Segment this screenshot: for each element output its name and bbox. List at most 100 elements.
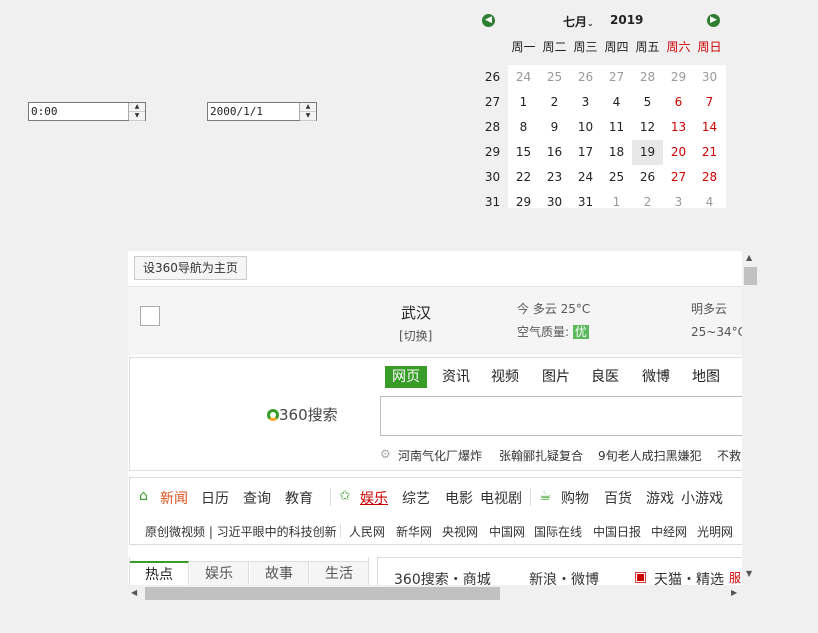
calendar-day[interactable]: 18 bbox=[601, 140, 632, 165]
hot-query-4[interactable]: 不救 bbox=[717, 447, 741, 464]
nav-calendar[interactable]: 日历 bbox=[201, 488, 229, 508]
nav-news[interactable]: 新闻 bbox=[160, 488, 188, 508]
calendar-day[interactable]: 29 bbox=[508, 190, 539, 215]
hot-query-2[interactable]: 张翰郦扎疑复合 bbox=[499, 447, 583, 464]
calendar-day[interactable]: 19 bbox=[632, 140, 663, 165]
date-spinner[interactable]: 2000/1/1 ▲ ▼ bbox=[207, 102, 317, 121]
nav-variety[interactable]: 综艺 bbox=[402, 488, 430, 508]
nav-query[interactable]: 查询 bbox=[243, 488, 271, 508]
calendar-month[interactable]: 七月⌄ bbox=[563, 13, 594, 30]
search-tab-map[interactable]: 地图 bbox=[692, 366, 720, 388]
calendar-day[interactable]: 26 bbox=[570, 65, 601, 90]
calendar-day[interactable]: 22 bbox=[508, 165, 539, 190]
spin-up-icon[interactable]: ▲ bbox=[300, 103, 316, 112]
tab-hot[interactable]: 热点 bbox=[130, 561, 189, 588]
calendar-day[interactable]: 3 bbox=[663, 190, 694, 215]
calendar-day[interactable]: 10 bbox=[570, 115, 601, 140]
site-gmw[interactable]: 光明网 bbox=[697, 523, 733, 540]
horizontal-scrollbar[interactable]: ◀ ▶ bbox=[128, 585, 742, 602]
calendar-day[interactable]: 25 bbox=[539, 65, 570, 90]
calendar-day[interactable]: 1 bbox=[508, 90, 539, 115]
hot-query-1[interactable]: 河南气化厂爆炸 bbox=[398, 447, 482, 464]
search-tab-image[interactable]: 图片 bbox=[542, 366, 570, 388]
date-spin-buttons[interactable]: ▲ ▼ bbox=[299, 103, 316, 121]
calendar-day[interactable]: 21 bbox=[694, 140, 725, 165]
spin-down-icon[interactable]: ▼ bbox=[129, 112, 145, 121]
prev-month-icon[interactable]: ◀ bbox=[482, 14, 495, 27]
site-chinadaily[interactable]: 中国日报 bbox=[593, 523, 641, 540]
calendar-day[interactable]: 2 bbox=[539, 90, 570, 115]
time-spinner[interactable]: 0:00 ▲ ▼ bbox=[28, 102, 146, 121]
site-people[interactable]: 人民网 bbox=[349, 523, 385, 540]
horizontal-scroll-thumb[interactable] bbox=[145, 587, 500, 600]
spin-up-icon[interactable]: ▲ bbox=[129, 103, 145, 112]
calendar-year[interactable]: 2019 bbox=[610, 13, 643, 27]
nav-education[interactable]: 教育 bbox=[285, 488, 313, 508]
search-tab-weibo[interactable]: 微博 bbox=[642, 366, 670, 388]
calendar-day[interactable]: 29 bbox=[663, 65, 694, 90]
calendar-day[interactable]: 3 bbox=[570, 90, 601, 115]
scroll-down-icon[interactable]: ▼ bbox=[746, 569, 752, 578]
nav-tv[interactable]: 电视剧 bbox=[480, 488, 522, 508]
vertical-scroll-thumb[interactable] bbox=[744, 267, 757, 285]
hot-query-3[interactable]: 9旬老人成扫黑嫌犯 bbox=[598, 447, 702, 464]
site-china[interactable]: 中国网 bbox=[489, 523, 525, 540]
calendar-day[interactable]: 1 bbox=[601, 190, 632, 215]
calendar-day[interactable]: 28 bbox=[694, 165, 725, 190]
calendar-day[interactable]: 5 bbox=[632, 90, 663, 115]
calendar-day[interactable]: 16 bbox=[539, 140, 570, 165]
set-home-button[interactable]: 设360导航为主页 bbox=[134, 256, 247, 280]
search-input[interactable] bbox=[380, 396, 752, 436]
calendar-day[interactable]: 27 bbox=[601, 65, 632, 90]
site-ce[interactable]: 中经网 bbox=[651, 523, 687, 540]
calendar-day[interactable]: 6 bbox=[663, 90, 694, 115]
spin-down-icon[interactable]: ▼ bbox=[300, 112, 316, 121]
calendar-day[interactable]: 13 bbox=[663, 115, 694, 140]
calendar-day[interactable]: 31 bbox=[570, 190, 601, 215]
calendar-day[interactable]: 26 bbox=[632, 165, 663, 190]
vertical-scrollbar[interactable]: ▲ ▼ bbox=[742, 251, 759, 585]
nav-department[interactable]: 百货 bbox=[604, 488, 632, 508]
calendar-day[interactable]: 24 bbox=[570, 165, 601, 190]
switch-city-link[interactable]: [切换] bbox=[399, 327, 432, 344]
nav-mini-games[interactable]: 小游戏 bbox=[681, 488, 723, 508]
calendar-day[interactable]: 30 bbox=[539, 190, 570, 215]
calendar-day[interactable]: 14 bbox=[694, 115, 725, 140]
nav-shopping[interactable]: 购物 bbox=[561, 488, 589, 508]
headline-link[interactable]: 原创微视频 | 习近平眼中的科技创新 bbox=[145, 523, 337, 540]
calendar-day[interactable]: 17 bbox=[570, 140, 601, 165]
calendar-day[interactable]: 24 bbox=[508, 65, 539, 90]
calendar-day[interactable]: 30 bbox=[694, 65, 725, 90]
calendar-day[interactable]: 27 bbox=[663, 165, 694, 190]
tab-entertainment[interactable]: 娱乐 bbox=[190, 561, 249, 587]
calendar-day[interactable]: 20 bbox=[663, 140, 694, 165]
calendar-day[interactable]: 12 bbox=[632, 115, 663, 140]
calendar-day[interactable]: 28 bbox=[632, 65, 663, 90]
embedded-browser[interactable]: 设360导航为主页 武汉 [切换] 今 多云 25°C 空气质量: 优 明多云 … bbox=[128, 251, 759, 601]
tab-story[interactable]: 故事 bbox=[250, 561, 309, 587]
search-tab-web[interactable]: 网页 bbox=[385, 366, 427, 388]
calendar-day[interactable]: 23 bbox=[539, 165, 570, 190]
scroll-up-icon[interactable]: ▲ bbox=[746, 253, 752, 262]
calendar-day[interactable]: 8 bbox=[508, 115, 539, 140]
site-cri[interactable]: 国际在线 bbox=[534, 523, 582, 540]
calendar-day[interactable]: 4 bbox=[601, 90, 632, 115]
scroll-right-icon[interactable]: ▶ bbox=[731, 588, 737, 597]
site-cctv[interactable]: 央视网 bbox=[442, 523, 478, 540]
calendar-day[interactable]: 4 bbox=[694, 190, 725, 215]
month-calendar[interactable]: ◀ 七月⌄ 2019 ▶ 周一 周二 周三 周四 周五 周六 周日 26 24 25 26 27 28 2… bbox=[477, 8, 726, 215]
site-xinhua[interactable]: 新华网 bbox=[396, 523, 432, 540]
scroll-left-icon[interactable]: ◀ bbox=[131, 588, 137, 597]
search-tab-news[interactable]: 资讯 bbox=[442, 366, 470, 388]
nav-games[interactable]: 游戏 bbox=[646, 488, 674, 508]
calendar-day[interactable]: 25 bbox=[601, 165, 632, 190]
calendar-day[interactable]: 9 bbox=[539, 115, 570, 140]
tab-life[interactable]: 生活 bbox=[310, 561, 369, 587]
calendar-day[interactable]: 15 bbox=[508, 140, 539, 165]
nav-movie[interactable]: 电影 bbox=[445, 488, 473, 508]
time-spin-buttons[interactable]: ▲ ▼ bbox=[128, 103, 145, 121]
search-tab-health[interactable]: 良医 bbox=[591, 366, 619, 388]
calendar-day[interactable]: 7 bbox=[694, 90, 725, 115]
calendar-day[interactable]: 11 bbox=[601, 115, 632, 140]
calendar-day[interactable]: 2 bbox=[632, 190, 663, 215]
